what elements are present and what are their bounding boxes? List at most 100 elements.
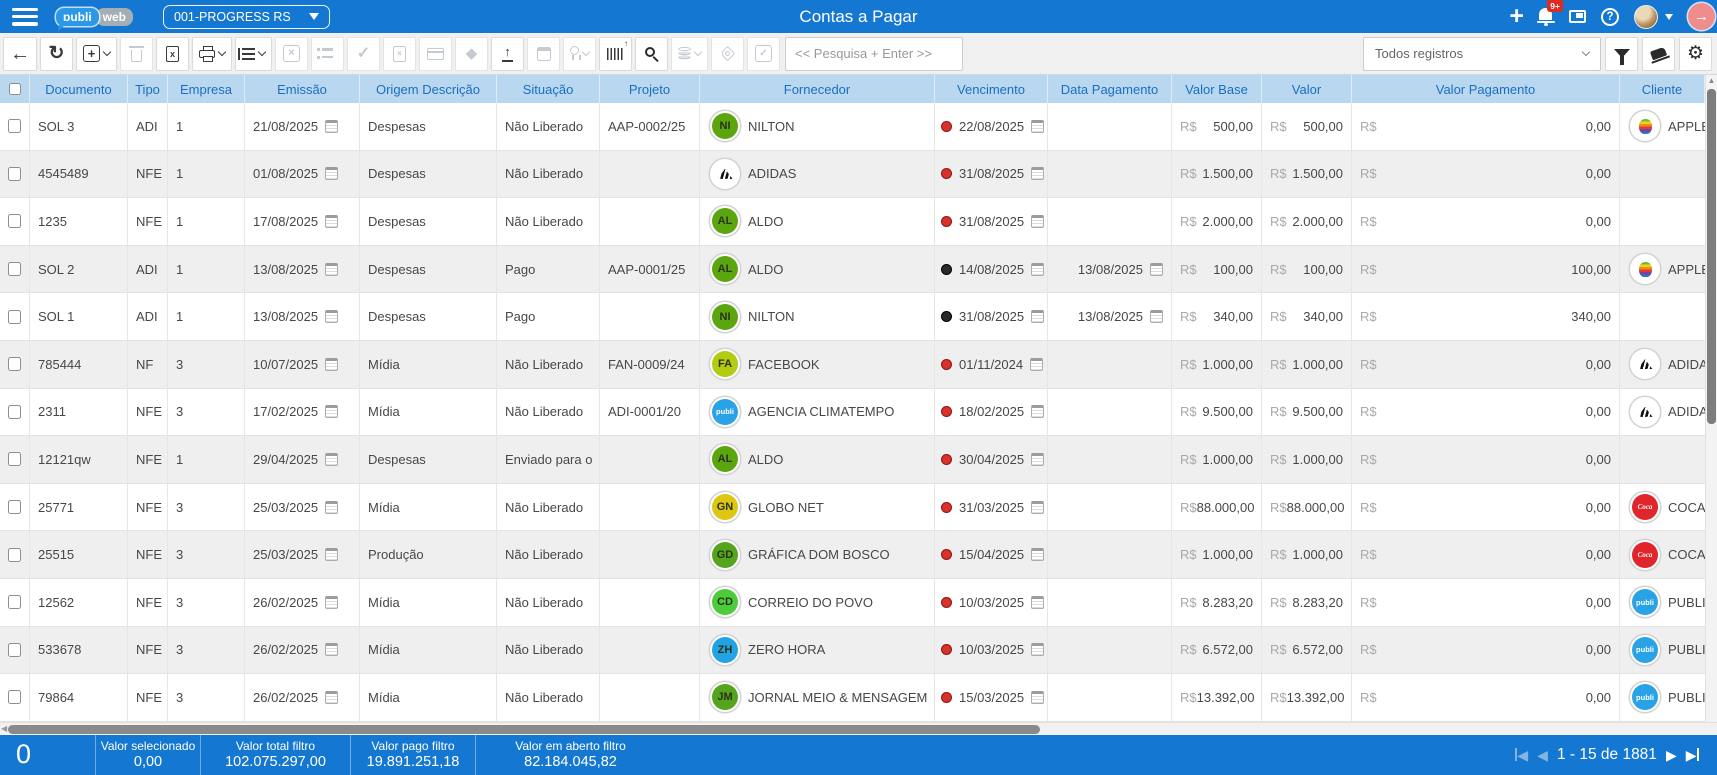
toolbar-add-button[interactable]: + [76,37,117,71]
vertical-scrollbar-thumb[interactable] [1707,89,1716,424]
table-row[interactable]: 12562NFE326/02/2025MídiaNão LiberadoCDCO… [0,579,1705,627]
column-header-valor-base[interactable]: Valor Base [1172,75,1262,103]
toolbar-print-button[interactable] [192,37,232,71]
toolbar-refresh-button[interactable]: ↻ [40,37,73,71]
cell-tipo: ADI [128,103,168,150]
table-row[interactable]: 12121qwNFE129/04/2025DespesasEnviado par… [0,436,1705,484]
toolbar-sort-button[interactable] [235,37,272,71]
help-icon[interactable]: ? [1601,8,1619,26]
user-menu-caret-icon[interactable] [1665,14,1673,24]
table-row[interactable]: SOL 3ADI121/08/2025DespesasNão LiberadoA… [0,103,1705,151]
header-select-all[interactable] [0,75,30,103]
row-checkbox[interactable] [8,214,21,228]
row-checkbox[interactable] [8,643,21,657]
cell-select [0,531,30,578]
table-row[interactable]: 4545489NFE101/08/2025DespesasNão Liberad… [0,151,1705,199]
cell-data-pagamento [1048,103,1172,150]
column-header-origem-descri-o[interactable]: Origem Descrição [360,75,497,103]
row-checkbox[interactable] [8,405,21,419]
row-checkbox[interactable] [8,548,21,562]
notifications-button[interactable]: 9+ [1539,6,1554,27]
menu-icon[interactable] [12,8,38,26]
table-row[interactable]: 785444NF310/07/2025MídiaNão LiberadoFAN-… [0,341,1705,389]
settings-button[interactable]: ⚙ [1679,37,1712,71]
toolbar-barcode-button[interactable] [599,37,632,71]
company-select[interactable]: 001-PROGRESS RS [163,5,330,29]
cell-select [0,389,30,436]
add-icon[interactable]: + [1509,4,1524,29]
cell-vencimento: 15/03/2025 [935,674,1048,721]
column-header-fornecedor[interactable]: Fornecedor [700,75,935,103]
cell-cliente: CocaCOCA C [1620,484,1705,531]
fornecedor-name: ALDO [748,262,783,277]
table-row[interactable]: 25515NFE325/03/2025ProduçãoNão LiberadoG… [0,531,1705,579]
table-row[interactable]: SOL 2ADI113/08/2025DespesasPagoAAP-0001/… [0,246,1705,294]
column-header-data-pagamento[interactable]: Data Pagamento [1048,75,1172,103]
row-checkbox[interactable] [8,262,21,276]
monitor-icon[interactable] [1569,10,1586,23]
select-all-checkbox[interactable] [9,83,21,95]
cell-valor-base: R$13.392,00 [1172,674,1262,721]
scroll-left-icon[interactable]: ◀ [1,724,7,733]
row-checkbox[interactable] [8,310,21,324]
user-avatar[interactable] [1634,5,1658,29]
cell-select [0,341,30,388]
cliente-name: ADIDAS [1668,357,1705,372]
column-header-valor-pagamento[interactable]: Valor Pagamento [1352,75,1620,103]
row-checkbox[interactable] [8,690,21,704]
apple-logo [1632,113,1658,139]
filter-button[interactable] [1605,37,1638,71]
table-row[interactable]: 25771NFE325/03/2025MídiaNão LiberadoGNGL… [0,484,1705,532]
horizontal-scrollbar-thumb[interactable] [8,725,1040,734]
column-header-tipo[interactable]: Tipo [128,75,168,103]
table-row[interactable]: 1235NFE117/08/2025DespesasNão LiberadoAL… [0,198,1705,246]
column-header-valor[interactable]: Valor [1262,75,1352,103]
column-header-projeto[interactable]: Projeto [600,75,700,103]
toolbar-search-button[interactable] [635,37,668,71]
eraser-icon [1650,47,1667,61]
toolbar-upload-button[interactable]: ↑ [491,37,524,71]
column-header-empresa[interactable]: Empresa [168,75,245,103]
table-row[interactable]: SOL 1ADI113/08/2025DespesasPagoNINILTON3… [0,293,1705,341]
column-header-cliente[interactable]: Cliente [1620,75,1705,103]
row-checkbox[interactable] [8,595,21,609]
clear-filter-button[interactable] [1642,37,1675,71]
table-row[interactable]: 533678NFE326/02/2025MídiaNão LiberadoZHZ… [0,627,1705,675]
toolbar-excel-button[interactable]: x [156,37,189,71]
logout-icon[interactable]: → [1688,3,1715,30]
records-filter-select[interactable]: Todos registros [1363,37,1601,71]
last-page-button[interactable]: ▶ [1686,748,1699,762]
row-checkbox[interactable] [8,452,21,466]
coca-logo: Coca [1632,494,1658,520]
cell-emissao: 26/02/2025 [245,674,360,721]
column-header-vencimento[interactable]: Vencimento [935,75,1048,103]
fornecedor-name: CORREIO DO POVO [748,595,873,610]
cell-emissao: 13/08/2025 [245,246,360,293]
cell-valor-base: R$340,00 [1172,293,1262,340]
column-header-situa-o[interactable]: Situação [497,75,600,103]
calendar-icon [1031,643,1044,656]
cell-situacao: Não Liberado [497,674,600,721]
row-checkbox[interactable] [8,500,21,514]
upload-icon: ↑ [502,45,513,61]
horizontal-scrollbar[interactable]: ◀ [0,722,1717,735]
row-checkbox[interactable] [8,119,21,133]
vertical-scrollbar[interactable]: ▲ [1705,75,1717,722]
toolbar-back-button[interactable]: ← [3,37,37,71]
search-input[interactable] [785,37,963,71]
column-header-documento[interactable]: Documento [30,75,128,103]
cell-data-pagamento [1048,198,1172,245]
column-header-emiss-o[interactable]: Emissão [245,75,360,103]
next-page-button[interactable]: ▶ [1666,748,1677,762]
cell-valor: R$1.500,00 [1262,151,1352,198]
row-checkbox[interactable] [8,357,21,371]
table-row[interactable]: 2311NFE317/02/2025MídiaNão LiberadoADI-0… [0,389,1705,437]
cell-valor-pagamento: R$0,00 [1352,103,1620,150]
footer-bar: 0 Valor selecionado 0,00 Valor total fil… [0,735,1717,775]
row-checkbox[interactable] [8,167,21,181]
cell-emissao: 21/08/2025 [245,103,360,150]
scroll-up-icon[interactable]: ▲ [1708,75,1716,87]
cell-emissao: 13/08/2025 [245,293,360,340]
add-icon: + [83,45,100,62]
table-row[interactable]: 79864NFE326/02/2025MídiaNão LiberadoJMJO… [0,674,1705,722]
